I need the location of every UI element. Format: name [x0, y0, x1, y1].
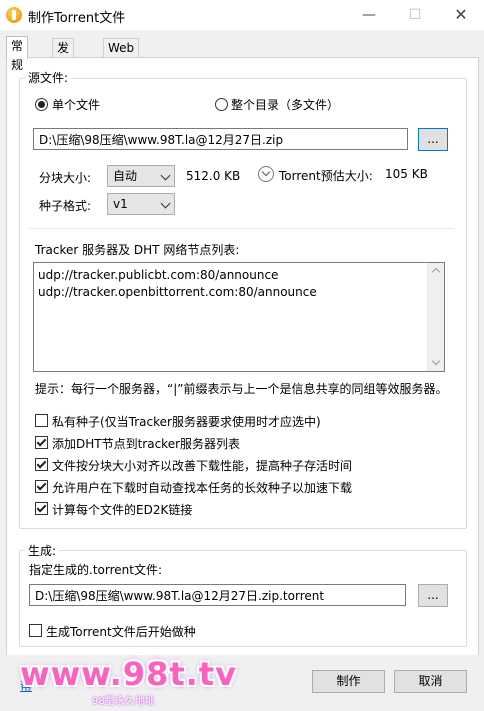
tracker-divider [29, 228, 455, 230]
chevron-down-icon [160, 198, 171, 209]
torrent-format-value: v1 [113, 197, 128, 211]
add-dht-checkbox[interactable] [35, 436, 48, 449]
tab-web-seeds[interactable]: Web种子 [103, 38, 140, 74]
torrent-estimate-value: 105 KB [385, 167, 428, 181]
watermark-logo: www.98t.tv [20, 655, 237, 693]
tab-publisher[interactable]: 发布者 [52, 38, 75, 93]
window-title: 制作Torrent文件 [28, 11, 126, 26]
start-seeding-checkbox[interactable] [29, 624, 42, 637]
torrent-format-select[interactable]: v1 [107, 193, 175, 215]
create-button[interactable]: 制作 [312, 670, 385, 693]
tracker-label: Tracker 服务器及 DHT 网络节点列表: [35, 243, 240, 257]
torrent-format-label: 种子格式: [39, 199, 92, 213]
title-bar: 制作Torrent文件 — ☐ ✕ [0, 0, 484, 30]
align-pieces-label: 文件按分块大小对齐以改善下载性能，提高种子存活时间 [52, 459, 353, 473]
ed2k-label: 计算每个文件的ED2K链接 [52, 503, 193, 517]
add-dht-label: 添加DHT节点到tracker服务器列表 [52, 437, 241, 451]
private-torrent-checkbox[interactable] [35, 414, 48, 427]
cancel-button[interactable]: 取消 [394, 670, 467, 693]
whole-dir-radio[interactable] [215, 98, 228, 111]
scroll-up-icon[interactable] [431, 267, 441, 277]
start-seeding-label: 生成Torrent文件后开始做种 [46, 625, 196, 639]
tracker-list-textarea[interactable]: udp://tracker.publicbt.com:80/announce u… [33, 262, 445, 372]
piece-size-bytes: 512.0 KB [186, 169, 241, 183]
scroll-down-icon[interactable] [431, 356, 441, 366]
output-path-label: 指定生成的.torrent文件: [29, 563, 162, 577]
app-icon [6, 7, 22, 23]
minimize-button[interactable]: — [346, 0, 392, 30]
tracker-line: udp://tracker.publicbt.com:80/announce [38, 268, 279, 282]
tab-panel-general: 源文件: 单个文件 整个目录（多文件） D:\压缩\98压缩\www.98T.l… [6, 57, 479, 656]
whole-dir-label: 整个目录（多文件） [231, 98, 340, 112]
single-file-label: 单个文件 [52, 98, 101, 112]
piece-size-select[interactable]: 自动 [107, 165, 175, 187]
piece-size-value: 自动 [113, 169, 138, 183]
watermark-subtitle: 98堂永久地址 [92, 696, 155, 707]
find-seeds-checkbox[interactable] [35, 480, 48, 493]
single-file-radio[interactable] [35, 98, 48, 111]
output-browse-button[interactable]: ... [418, 584, 448, 607]
torrent-estimate-label: Torrent预估大小: [279, 169, 373, 183]
expand-circle-icon[interactable] [258, 166, 274, 182]
align-pieces-checkbox[interactable] [35, 458, 48, 471]
find-seeds-label: 允许用户在下载时自动查找本任务的长效种子以加速下载 [52, 481, 353, 495]
output-path-input[interactable]: D:\压缩\98压缩\www.98T.la@12月27日.zip.torrent [29, 584, 406, 606]
maximize-button[interactable]: ☐ [392, 0, 438, 30]
private-torrent-label: 私有种子(仅当Tracker服务器要求使用时才应选中) [52, 415, 321, 429]
source-browse-button[interactable]: ... [418, 128, 448, 151]
tracker-hint: 提示：每行一个服务器，“|”前缀表示与上一个是信息共享的同组等效服务器。 [35, 382, 448, 396]
tracker-scrollbar[interactable] [427, 263, 444, 371]
piece-size-label: 分块大小: [39, 171, 92, 185]
ed2k-checkbox[interactable] [35, 502, 48, 515]
output-legend: 生成: [25, 542, 60, 559]
close-button[interactable]: ✕ [438, 0, 484, 30]
dialog-footer: 帮 www.98t.tv 98堂永久地址 制作 取消 [0, 655, 484, 711]
tab-general[interactable]: 常规 [6, 36, 29, 72]
source-legend: 源文件: [25, 69, 72, 86]
source-path-input[interactable]: D:\压缩\98压缩\www.98T.la@12月27日.zip [33, 128, 408, 150]
tracker-line: udp://tracker.openbittorrent.com:80/anno… [38, 285, 317, 299]
chevron-down-icon [160, 170, 171, 181]
